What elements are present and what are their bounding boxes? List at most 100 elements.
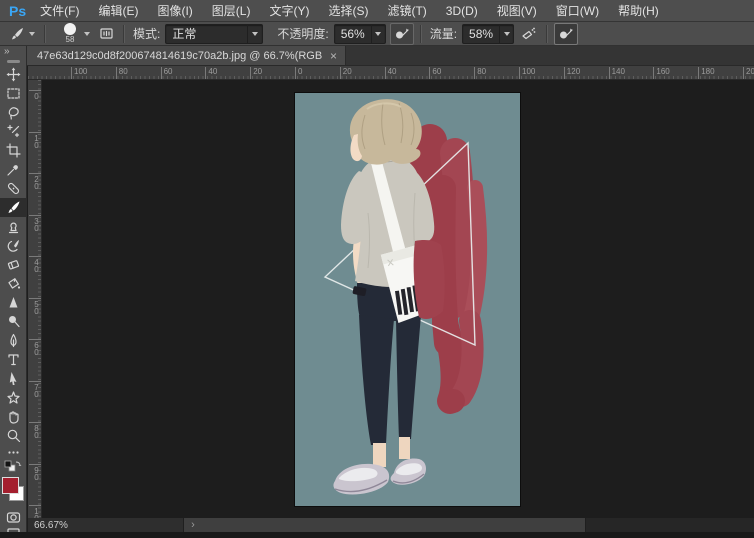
brush-icon	[9, 26, 25, 42]
crop-icon	[6, 143, 21, 158]
ruler-horizontal[interactable]: 100 80 60 40 20 0 20 40 60 80 100 120 14…	[28, 66, 754, 80]
menu-3d[interactable]: 3D(D)	[446, 4, 478, 18]
foreground-color-swatch[interactable]	[2, 477, 19, 494]
brush-tool[interactable]	[0, 198, 27, 217]
move-tool[interactable]	[0, 65, 27, 84]
ruler-tick-label: 40	[385, 67, 397, 79]
photoshop-logo: Ps	[9, 3, 26, 19]
brush-preset-picker[interactable]: 58	[60, 23, 90, 44]
spot-healing-brush-tool[interactable]	[0, 179, 27, 198]
menu-window[interactable]: 窗口(W)	[556, 2, 599, 19]
document-image[interactable]	[295, 93, 520, 506]
pressure-opacity-button[interactable]	[390, 23, 414, 45]
ruler-tick-label: 100	[519, 67, 535, 79]
red-paint-over-bag	[414, 240, 445, 319]
pen-tool[interactable]	[0, 331, 27, 350]
zoom-tool[interactable]	[0, 426, 27, 445]
mode-label: 模式:	[133, 25, 160, 42]
ruler-tick-label: 90	[29, 464, 41, 480]
eyedropper-icon	[6, 162, 21, 177]
ruler-tick-label: 20	[340, 67, 352, 79]
sharpen-tool[interactable]	[0, 293, 27, 312]
canvas-area[interactable]	[42, 80, 754, 518]
menu-layer[interactable]: 图层(L)	[212, 2, 251, 19]
brush-icon	[6, 200, 21, 215]
airbrush-icon	[521, 26, 537, 42]
paint-bucket-tool[interactable]	[0, 274, 27, 293]
ruler-vertical[interactable]: 0 10 20 30 40 50 60 70 80 90 100	[28, 80, 42, 518]
dodge-tool[interactable]	[0, 312, 27, 331]
zoom-level-value: 66.67%	[34, 520, 68, 531]
tab-close-icon[interactable]: ×	[330, 49, 337, 63]
airbrush-button[interactable]	[518, 24, 540, 44]
type-tool[interactable]	[0, 350, 27, 369]
bandaid-icon	[6, 181, 21, 196]
eraser-icon	[6, 257, 21, 272]
ruler-tick-label: 40	[205, 67, 217, 79]
mode-select[interactable]: 正常	[165, 24, 263, 44]
menu-view[interactable]: 视图(V)	[497, 2, 537, 19]
document-tab[interactable]: 47e63d129c0d8f200674814619c70a2b.jpg @ 6…	[27, 46, 346, 65]
menu-image[interactable]: 图像(I)	[157, 2, 192, 19]
star-shape-icon	[6, 390, 21, 405]
eyedropper-tool[interactable]	[0, 160, 27, 179]
divider	[123, 25, 125, 43]
lasso-tool[interactable]	[0, 103, 27, 122]
zoom-level-field[interactable]: 66.67%	[28, 518, 184, 532]
flow-select[interactable]: 58%	[462, 24, 514, 44]
quick-mask-button[interactable]	[0, 508, 27, 527]
menu-select[interactable]: 选择(S)	[328, 2, 368, 19]
status-chevron-icon[interactable]: ›	[184, 518, 202, 532]
default-colors-control[interactable]	[0, 459, 27, 473]
chevron-down-icon	[247, 25, 262, 43]
triangle-icon	[6, 295, 21, 310]
path-selection-tool[interactable]	[0, 369, 27, 388]
menu-filter[interactable]: 滤镜(T)	[387, 2, 426, 19]
tool-preset-picker[interactable]	[6, 24, 38, 44]
crop-tool[interactable]	[0, 141, 27, 160]
paint-bucket-icon	[6, 276, 21, 291]
marquee-icon	[6, 86, 21, 101]
toggle-brush-panel-button[interactable]	[96, 24, 117, 44]
ruler-tick-label: 70	[29, 381, 41, 397]
menu-type[interactable]: 文字(Y)	[269, 2, 309, 19]
menu-file[interactable]: 文件(F)	[40, 2, 79, 19]
rectangular-marquee-tool[interactable]	[0, 84, 27, 103]
tools-panel: »	[0, 46, 27, 538]
dodge-icon	[6, 314, 21, 329]
ruler-tick-label: 30	[29, 215, 41, 231]
move-icon	[6, 67, 21, 82]
chevron-down-icon	[84, 32, 90, 36]
photoshop-window: Ps 文件(F) 编辑(E) 图像(I) 图层(L) 文字(Y) 选择(S) 滤…	[0, 0, 754, 538]
brush-size-value: 58	[66, 36, 75, 44]
ruler-tick-label: 20	[29, 173, 41, 189]
default-colors-icon	[4, 459, 22, 473]
color-swatches[interactable]	[0, 476, 27, 502]
menu-edit[interactable]: 编辑(E)	[98, 2, 138, 19]
ruler-tick-label: 80	[29, 422, 41, 438]
flow-label: 流量:	[430, 25, 457, 42]
chevron-down-icon	[499, 25, 513, 43]
opacity-select[interactable]: 56%	[334, 24, 386, 44]
divider	[420, 25, 422, 43]
hand-tool[interactable]	[0, 407, 27, 426]
toolbar-collapse-icon[interactable]: »	[0, 46, 26, 59]
pen-nib-icon	[6, 333, 21, 348]
ruler-tick-label: 10	[29, 132, 41, 148]
eraser-tool[interactable]	[0, 255, 27, 274]
custom-shape-tool[interactable]	[0, 388, 27, 407]
lasso-icon	[6, 105, 21, 120]
menu-help[interactable]: 帮助(H)	[618, 2, 659, 19]
edit-toolbar-button[interactable]	[0, 445, 27, 459]
quick-selection-tool[interactable]	[0, 122, 27, 141]
ruler-tick-label: 80	[116, 67, 128, 79]
ruler-tick-label: 50	[29, 298, 41, 314]
ruler-tick-label: 0	[29, 90, 41, 99]
opacity-value: 56%	[335, 27, 371, 41]
stamp-icon	[6, 219, 21, 234]
quick-mask-icon	[6, 510, 21, 525]
clone-stamp-tool[interactable]	[0, 217, 27, 236]
flow-value: 58%	[463, 27, 499, 41]
pressure-size-button[interactable]	[554, 23, 578, 45]
history-brush-tool[interactable]	[0, 236, 27, 255]
